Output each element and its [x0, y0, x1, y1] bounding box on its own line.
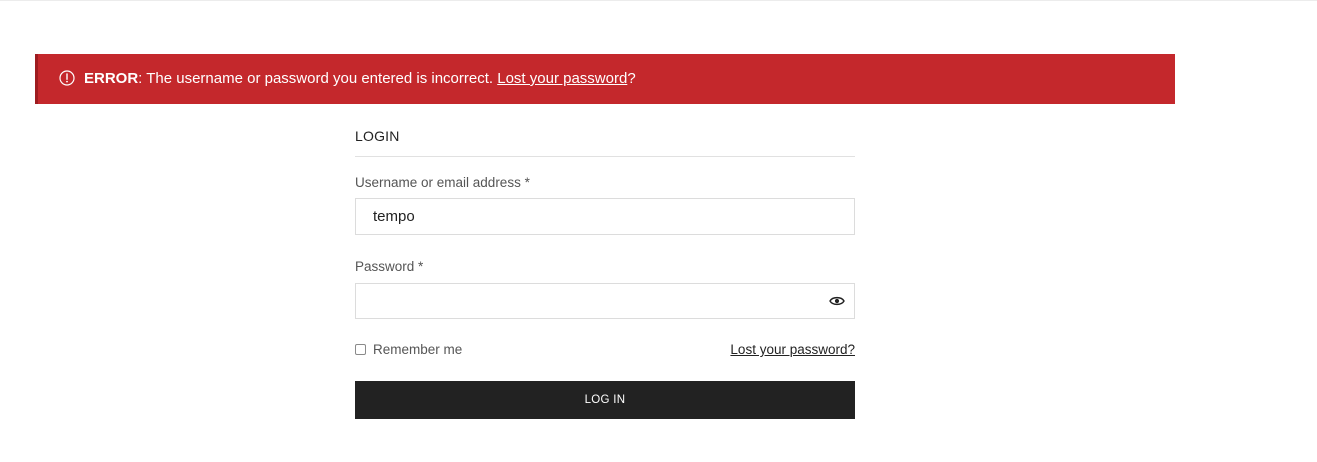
form-title-divider: [355, 156, 855, 157]
error-description: : The username or password you entered i…: [138, 70, 498, 87]
password-input[interactable]: [355, 283, 855, 319]
remember-me-checkbox[interactable]: [355, 344, 366, 355]
eye-icon[interactable]: [829, 294, 845, 308]
error-suffix: ?: [627, 70, 636, 87]
username-label: Username or email address *: [355, 175, 530, 190]
error-notice: ERROR: The username or password you ente…: [35, 54, 1175, 104]
error-lost-password-link[interactable]: Lost your password: [497, 70, 627, 87]
form-title: LOGIN: [355, 128, 400, 144]
lost-password-link[interactable]: Lost your password?: [730, 342, 855, 357]
error-label: ERROR: [84, 70, 139, 87]
error-message: ERROR: The username or password you ente…: [84, 70, 636, 88]
login-button[interactable]: LOG IN: [355, 381, 855, 419]
remember-me-label: Remember me: [373, 342, 463, 357]
password-label: Password *: [355, 259, 424, 274]
username-input[interactable]: [355, 198, 855, 235]
remember-me-row[interactable]: Remember me: [355, 342, 462, 357]
alert-circle-icon: [59, 70, 75, 86]
top-divider: [0, 0, 1317, 1]
